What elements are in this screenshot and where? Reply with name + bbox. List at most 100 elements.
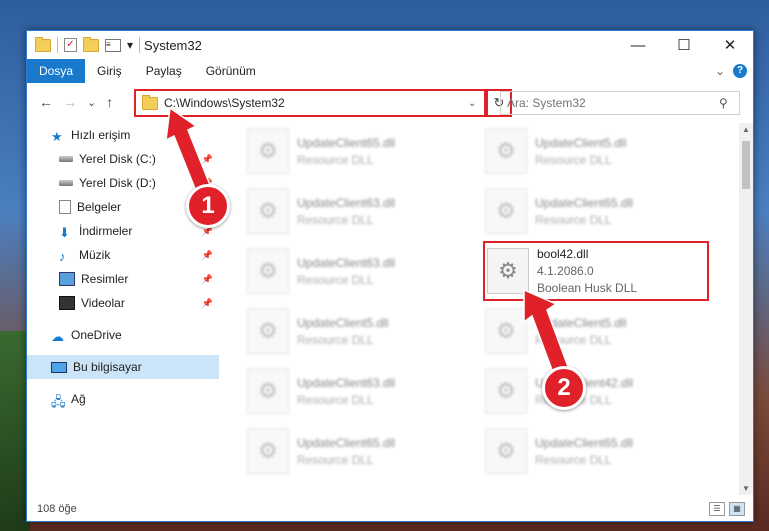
- list-item[interactable]: ⚙ UpdateClient65.dll Resource DLL: [247, 123, 477, 179]
- expand-ribbon-icon[interactable]: ⌄: [715, 64, 725, 78]
- help-icon[interactable]: ?: [733, 64, 747, 78]
- file-name: bool42.dll: [537, 247, 589, 261]
- recent-locations-button[interactable]: ⌄: [87, 96, 96, 109]
- search-box[interactable]: ⚲: [500, 91, 740, 115]
- pin-icon: 📌: [201, 249, 213, 260]
- view-buttons: ☰ ▦: [709, 502, 745, 516]
- file-description: Resource DLL: [535, 212, 612, 227]
- pin-icon: 📌: [201, 153, 213, 164]
- pin-icon: 📌: [201, 297, 213, 308]
- sidebar-item-network[interactable]: 🖧 Ağ: [27, 387, 219, 411]
- list-item[interactable]: ⚙ UpdateClient65.dll Resource DLL: [485, 423, 715, 479]
- sidebar-item-label: İndirmeler: [79, 224, 133, 238]
- address-bar[interactable]: C:\Windows\System32 ⌄: [134, 89, 486, 117]
- list-item[interactable]: ⚙ UpdateClient5.dll Resource DLL: [485, 123, 715, 179]
- list-item[interactable]: ⚙ UpdateClient5.dll Resource DLL: [247, 303, 477, 359]
- properties-check-icon[interactable]: ✓: [64, 38, 77, 52]
- large-icons-view-icon[interactable]: ▦: [729, 502, 745, 516]
- sidebar-item-disk-c[interactable]: Yerel Disk (C:) 📌: [27, 147, 219, 171]
- file-name: UpdateClient65.dll: [535, 435, 634, 450]
- sidebar-item-music[interactable]: ♪ Müzik 📌: [27, 243, 219, 267]
- sidebar-item-pictures[interactable]: Resimler 📌: [27, 267, 219, 291]
- navigation-pane: ★ Hızlı erişim Yerel Disk (C:) 📌 Yerel D…: [27, 123, 219, 483]
- address-dropdown-icon[interactable]: ⌄: [468, 98, 484, 109]
- sidebar-item-videos[interactable]: Videolar 📌: [27, 291, 219, 315]
- vertical-scrollbar[interactable]: ▲ ▼: [739, 123, 753, 495]
- dll-file-icon: ⚙: [485, 308, 527, 354]
- list-item[interactable]: ⚙ UpdateClient42.dll Resource DLL: [485, 363, 715, 419]
- scroll-down-icon[interactable]: ▼: [739, 484, 753, 493]
- sidebar-item-quick-access[interactable]: ★ Hızlı erişim: [27, 123, 219, 147]
- status-bar: 108 öğe ☰ ▦: [27, 497, 753, 521]
- forward-button[interactable]: →: [63, 94, 77, 110]
- tab-dosya[interactable]: Dosya: [27, 59, 86, 83]
- file-description: Resource DLL: [297, 392, 374, 407]
- back-button[interactable]: ←: [39, 94, 53, 110]
- maximize-button[interactable]: ☐: [661, 31, 707, 59]
- list-item[interactable]: ⚙ UpdateClient63.dll Resource DLL: [247, 183, 477, 239]
- network-icon: 🖧: [51, 394, 66, 409]
- list-item[interactable]: ⚙ UpdateClient65.dll Resource DLL: [247, 423, 477, 479]
- file-meta: UpdateClient65.dll Resource DLL: [535, 436, 633, 467]
- highlighted-file-bool42[interactable]: ⚙ bool42.dll 4.1.2086.0 Boolean Husk DLL: [483, 241, 709, 301]
- window-title: System32: [144, 37, 202, 53]
- file-meta: UpdateClient63.dll Resource DLL: [297, 256, 395, 287]
- customize-icon[interactable]: ≡: [105, 38, 121, 52]
- sidebar-item-label: Yerel Disk (D:): [79, 176, 156, 190]
- dll-file-icon: ⚙: [485, 428, 527, 474]
- close-button[interactable]: ✕: [707, 31, 753, 59]
- search-icon[interactable]: ⚲: [719, 96, 739, 110]
- file-description: Resource DLL: [297, 452, 374, 467]
- file-meta: UpdateClient5.dll Resource DLL: [297, 316, 388, 347]
- details-view-icon[interactable]: ☰: [709, 502, 725, 516]
- file-description: Resource DLL: [535, 332, 612, 347]
- list-item[interactable]: ⚙ UpdateClient63.dll Resource DLL: [247, 243, 477, 299]
- file-description: Boolean Husk DLL: [537, 281, 638, 295]
- divider: [139, 37, 141, 53]
- file-meta: bool42.dll 4.1.2086.0 Boolean Husk DLL: [537, 247, 637, 295]
- dll-file-icon: ⚙: [247, 308, 289, 354]
- sidebar-item-this-pc[interactable]: Bu bilgisayar: [27, 355, 219, 379]
- file-name: UpdateClient65.dll: [535, 195, 634, 210]
- up-button[interactable]: ↑: [106, 94, 113, 110]
- sidebar-item-downloads[interactable]: ⬇ İndirmeler 📌: [27, 219, 219, 243]
- file-name: UpdateClient63.dll: [297, 195, 396, 210]
- cloud-icon: ☁: [51, 329, 64, 344]
- file-meta: UpdateClient65.dll Resource DLL: [297, 136, 395, 167]
- item-count: 108 öğe: [37, 503, 77, 515]
- tab-giris[interactable]: Giriş: [85, 59, 134, 83]
- qa-dropdown-icon[interactable]: ▾: [127, 38, 133, 52]
- pc-icon: [51, 361, 67, 373]
- folder-icon: [35, 36, 51, 52]
- sidebar-item-label: Müzik: [79, 248, 111, 262]
- folder-icon: [142, 94, 158, 110]
- scroll-up-icon[interactable]: ▲: [739, 125, 753, 134]
- sidebar-item-label: Videolar: [81, 296, 125, 310]
- new-folder-icon[interactable]: [83, 36, 99, 52]
- list-item[interactable]: ⚙ UpdateClient65.dll Resource DLL: [485, 183, 715, 239]
- tab-gorunum[interactable]: Görünüm: [194, 59, 268, 83]
- dll-file-icon: ⚙: [247, 368, 289, 414]
- sidebar-item-onedrive[interactable]: ☁ OneDrive: [27, 323, 219, 347]
- sidebar-item-label: Belgeler: [77, 200, 122, 214]
- file-description: Resource DLL: [535, 452, 612, 467]
- file-meta: UpdateClient5.dll Resource DLL: [535, 316, 626, 347]
- disk-icon: [59, 180, 73, 186]
- search-input[interactable]: [501, 95, 719, 111]
- dll-file-icon: ⚙: [247, 248, 289, 294]
- minimize-button[interactable]: —: [615, 31, 661, 59]
- dll-file-icon: ⚙: [487, 248, 529, 294]
- list-item[interactable]: ⚙ UpdateClient63.dll Resource DLL: [247, 363, 477, 419]
- ribbon-tabs: Dosya Giriş Paylaş Görünüm ⌄ ?: [27, 59, 753, 83]
- scrollbar-thumb[interactable]: [742, 141, 750, 189]
- file-description: Resource DLL: [297, 332, 374, 347]
- tab-paylas[interactable]: Paylaş: [134, 59, 194, 83]
- file-name: UpdateClient63.dll: [297, 255, 396, 270]
- file-name: UpdateClient63.dll: [297, 375, 396, 390]
- sidebar-item-label: Yerel Disk (C:): [79, 152, 156, 166]
- list-item[interactable]: ⚙ UpdateClient5.dll Resource DLL: [485, 303, 715, 359]
- address-path[interactable]: C:\Windows\System32: [164, 96, 468, 110]
- videos-icon: [59, 296, 75, 310]
